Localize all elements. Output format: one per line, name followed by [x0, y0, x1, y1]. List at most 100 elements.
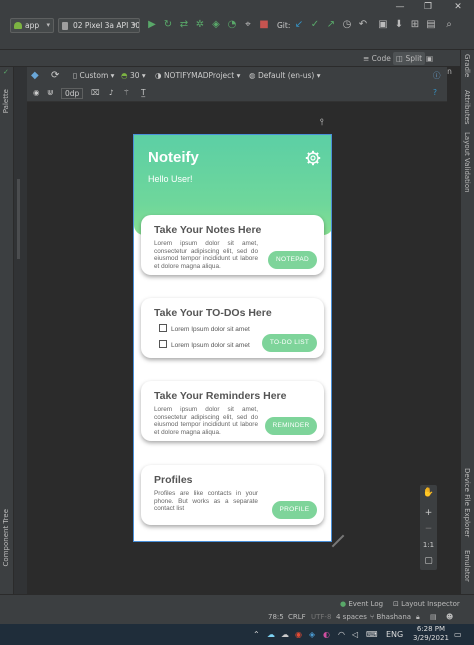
git-push-icon[interactable]: ↗	[325, 19, 337, 31]
zoom-out-button[interactable]: −	[420, 523, 437, 535]
profile-button[interactable]: PROFILE	[272, 501, 317, 519]
device-manager-icon[interactable]: ▣	[377, 19, 389, 31]
palette-tab[interactable]: Palette	[2, 89, 10, 113]
clear-constraints-icon[interactable]: ⌧	[91, 87, 100, 99]
app-title: Noteify	[148, 149, 199, 166]
language-indicator[interactable]: ENG	[386, 629, 403, 640]
apply-code-changes-icon[interactable]: ⇄	[178, 19, 190, 31]
baseline-icon[interactable]: T̲	[141, 87, 146, 99]
onedrive-icon[interactable]: ☁	[281, 629, 289, 640]
split-mode-button[interactable]: ◫ Split	[393, 52, 426, 65]
theme-select[interactable]: ◑ NOTIFYMADProject ▾	[155, 70, 240, 82]
messenger-icon[interactable]: ◐	[323, 629, 330, 640]
git-update-icon[interactable]: ↙	[293, 19, 305, 31]
zoom-in-button[interactable]: +	[420, 507, 437, 519]
git-branch[interactable]: ⑂ Bhashana	[370, 612, 411, 622]
lock-icon[interactable]: 🔒︎	[416, 612, 420, 622]
chrome-icon[interactable]: ◉	[295, 629, 302, 640]
layout-validation-tab[interactable]: Layout Validation	[463, 132, 471, 193]
left-panel-scrollbar[interactable]	[17, 179, 20, 259]
settings-gear-icon[interactable]	[305, 150, 321, 166]
device-select[interactable]: 02 Pixel 3a API 30 ▾	[58, 18, 140, 33]
history-icon[interactable]: ◷	[341, 19, 353, 31]
layout-inspector-button[interactable]: ⊡ Layout Inspector	[393, 599, 460, 609]
chevron-down-icon: ▾	[46, 21, 50, 29]
clock[interactable]: 6:28 PM 3/29/2021	[413, 625, 449, 643]
keyboard-icon[interactable]: ⌨	[366, 629, 378, 640]
assistant-icon[interactable]: ▤	[425, 19, 437, 31]
notepad-button[interactable]: NOTEPAD	[268, 251, 317, 269]
volume-icon[interactable]: ◁	[352, 629, 358, 640]
default-margin-field[interactable]: 0dp	[61, 88, 84, 99]
zoom-to-fit-icon[interactable]: ▢	[420, 555, 437, 567]
reminders-card: Take Your Reminders Here Lorem ipsum dol…	[141, 381, 324, 441]
resize-handle-icon[interactable]	[331, 534, 345, 548]
wifi-icon[interactable]: ◠	[338, 629, 345, 640]
checkbox[interactable]	[159, 340, 167, 348]
sdk-manager-icon[interactable]: ⬇	[393, 19, 405, 31]
coverage-icon[interactable]: ◈	[210, 19, 222, 31]
emulator-tab[interactable]: Emulator	[463, 550, 471, 582]
info-icon[interactable]: ⓘ	[433, 70, 441, 82]
design-mode-icon: ▣	[426, 54, 434, 63]
phone-preview[interactable]: Noteify Hello User! Take Your Notes Here…	[133, 134, 332, 542]
magnet-icon[interactable]: ⋓	[47, 87, 53, 99]
magic-wand-icon[interactable]: ⚚	[123, 87, 130, 99]
rollback-icon[interactable]: ↶	[357, 19, 369, 31]
attach-debugger-icon[interactable]: ⌖	[242, 19, 254, 31]
view-options-icon[interactable]: ◉	[33, 87, 40, 99]
search-icon[interactable]: ⌕	[443, 19, 455, 31]
infer-constraints-icon[interactable]: ♪	[109, 87, 114, 99]
weather-cloud-icon[interactable]: ☁	[267, 629, 275, 640]
run-config-label: app	[25, 21, 40, 30]
pan-hand-icon[interactable]: ✋	[420, 487, 437, 499]
indent-setting[interactable]: 4 spaces	[336, 612, 367, 622]
event-log-button[interactable]: ● Event Log	[340, 599, 383, 609]
layout-inspector-icon[interactable]: ⊞	[409, 19, 421, 31]
code-mode-button[interactable]: ≡ Code	[360, 52, 394, 65]
stop-icon[interactable]: ■	[258, 19, 270, 31]
todo-item[interactable]: Lorem Ipsum dolor sit amet	[159, 324, 250, 334]
design-mode-button[interactable]: ▣ Design	[423, 52, 460, 76]
pin-icon[interactable]: ⫯	[320, 118, 324, 128]
layers-icon[interactable]: ◆	[31, 70, 39, 82]
run-config-select[interactable]: app ▾	[10, 18, 54, 33]
file-encoding[interactable]: UTF-8	[311, 612, 331, 622]
api-level-select[interactable]: ◓ 30 ▾	[121, 70, 146, 82]
close-icon[interactable]: ✕	[444, 1, 472, 13]
apply-changes-icon[interactable]: ↻	[162, 19, 174, 31]
run-icon[interactable]: ▶	[146, 19, 158, 31]
todo-card-title: Take Your TO-DOs Here	[154, 307, 272, 319]
editor-mode-bar: ≡ Code ◫ Split ▣ Design	[0, 50, 460, 76]
locale-select[interactable]: ◍ Default (en-us) ▾	[249, 70, 320, 82]
help-icon[interactable]: ?	[433, 87, 437, 99]
restore-icon[interactable]: ❐	[414, 1, 442, 13]
notifications-icon[interactable]: ☻	[446, 612, 453, 622]
cursor-position[interactable]: 78:5	[268, 612, 284, 622]
chevron-down-icon: ▾	[314, 71, 321, 80]
component-tree-tab[interactable]: Component Tree	[2, 509, 10, 566]
window-controls: — ❐ ✕	[384, 0, 474, 14]
reminder-button[interactable]: REMINDER	[265, 417, 317, 435]
zoom-actual-size-button[interactable]: 1:1	[420, 539, 437, 551]
attributes-tab[interactable]: Attributes	[463, 90, 471, 125]
profiles-card-body: Profiles are like contacts in your phone…	[154, 490, 258, 513]
device-file-explorer-tab[interactable]: Device File Explorer	[463, 468, 471, 537]
tray-chevron-up-icon[interactable]: ⌃	[253, 629, 260, 640]
git-commit-icon[interactable]: ✓	[309, 19, 321, 31]
debug-icon[interactable]: ✲	[194, 19, 206, 31]
orientation-icon[interactable]: ⟳	[51, 70, 59, 82]
app-tray-icon[interactable]: ◈	[309, 629, 315, 640]
minimize-icon[interactable]: —	[386, 1, 414, 13]
gradle-tab[interactable]: Gradle	[463, 54, 471, 77]
todo-list-button[interactable]: TO-DO LIST	[262, 334, 317, 352]
checkbox[interactable]	[159, 324, 167, 332]
windows-taskbar: ⌃ ☁ ☁ ◉ ◈ ◐ ◠ ◁ ⌨ ENG 6:28 PM 3/29/2021 …	[0, 624, 474, 645]
line-separator[interactable]: CRLF	[288, 612, 306, 622]
chevron-down-icon: ▾	[132, 21, 136, 29]
todo-item[interactable]: Lorem Ipsum dolor sit amet	[159, 340, 250, 350]
memory-indicator-icon[interactable]: ▤	[430, 612, 437, 622]
device-profile-select[interactable]: ▯ Custom ▾	[73, 70, 114, 82]
notification-center-icon[interactable]: ▭	[454, 629, 462, 640]
profile-icon[interactable]: ◔	[226, 19, 238, 31]
